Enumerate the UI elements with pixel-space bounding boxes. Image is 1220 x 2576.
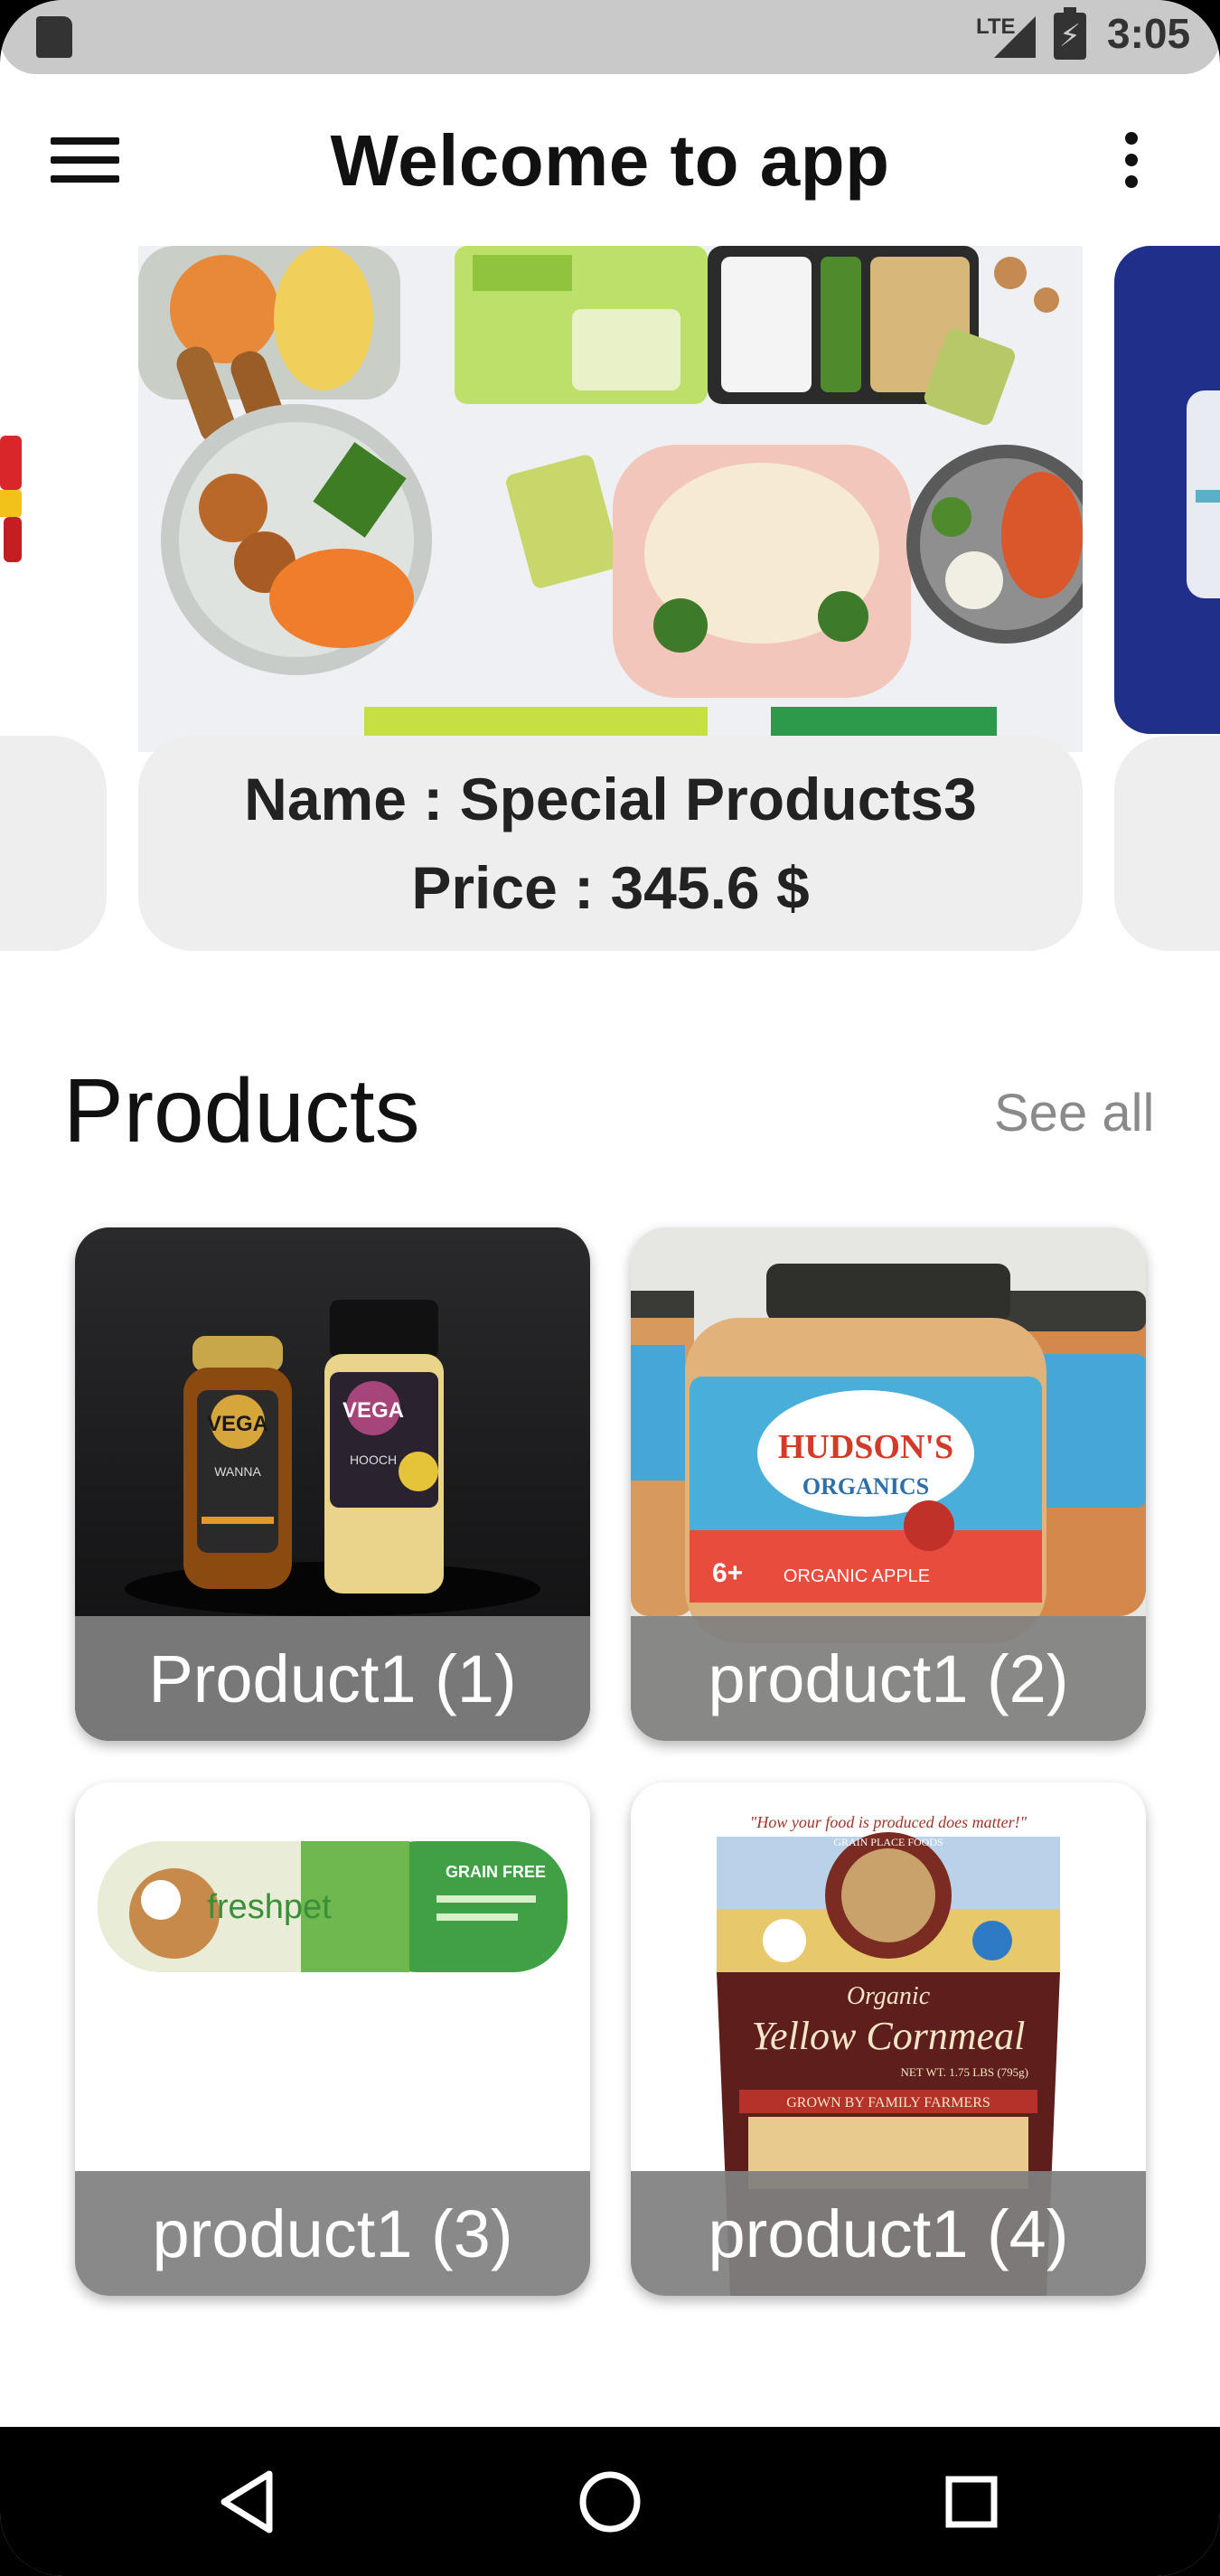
slide-product-price: Price : 345.6 $ <box>411 854 810 921</box>
page-title: Welcome to app <box>330 120 890 201</box>
see-all-link[interactable]: See all <box>994 1083 1154 1143</box>
svg-text:HUDSON'S: HUDSON'S <box>778 1428 953 1466</box>
slide-info-panel <box>1114 736 1220 951</box>
product-card[interactable]: freshpet GRAIN FREE product1 (3) <box>75 1782 590 2296</box>
carousel-slide-next[interactable] <box>1114 246 1220 951</box>
app-bar: Welcome to app <box>0 74 1220 246</box>
svg-text:GRAIN FREE: GRAIN FREE <box>446 1863 546 1881</box>
slide-image <box>0 246 107 752</box>
svg-text:Organic: Organic <box>847 1982 931 2010</box>
slide-product-name: Name : Special Products3 <box>244 766 977 832</box>
slide-info-panel <box>0 736 107 951</box>
product-card[interactable]: HUDSON'S ORGANICS 6+ ORGANIC APPLE produ… <box>631 1227 1146 1741</box>
phone-screen: LTE ⚡ 3:05 Welcome to app Name: Special… <box>0 0 1220 2576</box>
carousel-slide-previous[interactable] <box>0 246 107 951</box>
signal-icon <box>994 16 1036 58</box>
system-navigation-bar <box>0 2427 1220 2576</box>
charging-icon: ⚡ <box>1059 19 1081 53</box>
svg-text:GROWN BY FAMILY FARMERS: GROWN BY FAMILY FARMERS <box>786 2095 990 2111</box>
product-card-label: product1 (4) <box>631 2171 1146 2296</box>
svg-text:NET WT. 1.75 LBS (795g): NET WT. 1.75 LBS (795g) <box>900 2065 1028 2079</box>
more-options-icon[interactable] <box>1121 132 1142 195</box>
product-card[interactable]: VEGA WANNA VEGA HOOCH Product1 (1) <box>75 1227 590 1741</box>
svg-text:ORGANIC APPLE: ORGANIC APPLE <box>784 1566 930 1586</box>
carousel-slide-active[interactable]: Name : Special Products3 Price : 345.6 $ <box>138 246 1083 951</box>
svg-text:"How your food is produced doe: "How your food is produced does matter!" <box>750 1813 1028 1831</box>
svg-text:ORGANICS: ORGANICS <box>802 1473 929 1500</box>
svg-text:VEGA: VEGA <box>343 1398 404 1423</box>
product-card-label: product1 (2) <box>631 1616 1146 1741</box>
back-icon[interactable] <box>208 2461 289 2543</box>
product-card-label: Product1 (1) <box>75 1616 590 1741</box>
products-section-title: Products <box>63 1060 420 1161</box>
svg-text:6+: 6+ <box>712 1558 743 1588</box>
home-icon[interactable] <box>569 2461 651 2543</box>
status-bar: LTE ⚡ 3:05 <box>0 0 1220 74</box>
svg-text:GRAIN PLACE FOODS: GRAIN PLACE FOODS <box>833 1836 943 1848</box>
slide-image <box>1114 246 1220 752</box>
svg-text:VEGA: VEGA <box>207 1412 268 1436</box>
slide-info-panel: Name : Special Products3 Price : 345.6 $ <box>138 736 1083 951</box>
product-card-label: product1 (3) <box>75 2171 590 2296</box>
svg-text:WANNA: WANNA <box>214 1464 261 1479</box>
recent-apps-icon[interactable] <box>931 2461 1012 2543</box>
clock: 3:05 <box>1107 10 1191 57</box>
slide-image-meals <box>138 246 1083 752</box>
svg-text:HOOCH: HOOCH <box>350 1453 397 1467</box>
sd-card-icon <box>36 16 72 58</box>
featured-carousel[interactable]: Name : Special Products3 Price : 345.6 $ <box>0 246 1220 951</box>
product-card[interactable]: "How your food is produced does matter!"… <box>631 1782 1146 2296</box>
svg-text:Yellow Cornmeal: Yellow Cornmeal <box>752 2014 1026 2058</box>
svg-text:freshpet: freshpet <box>207 1888 332 1926</box>
